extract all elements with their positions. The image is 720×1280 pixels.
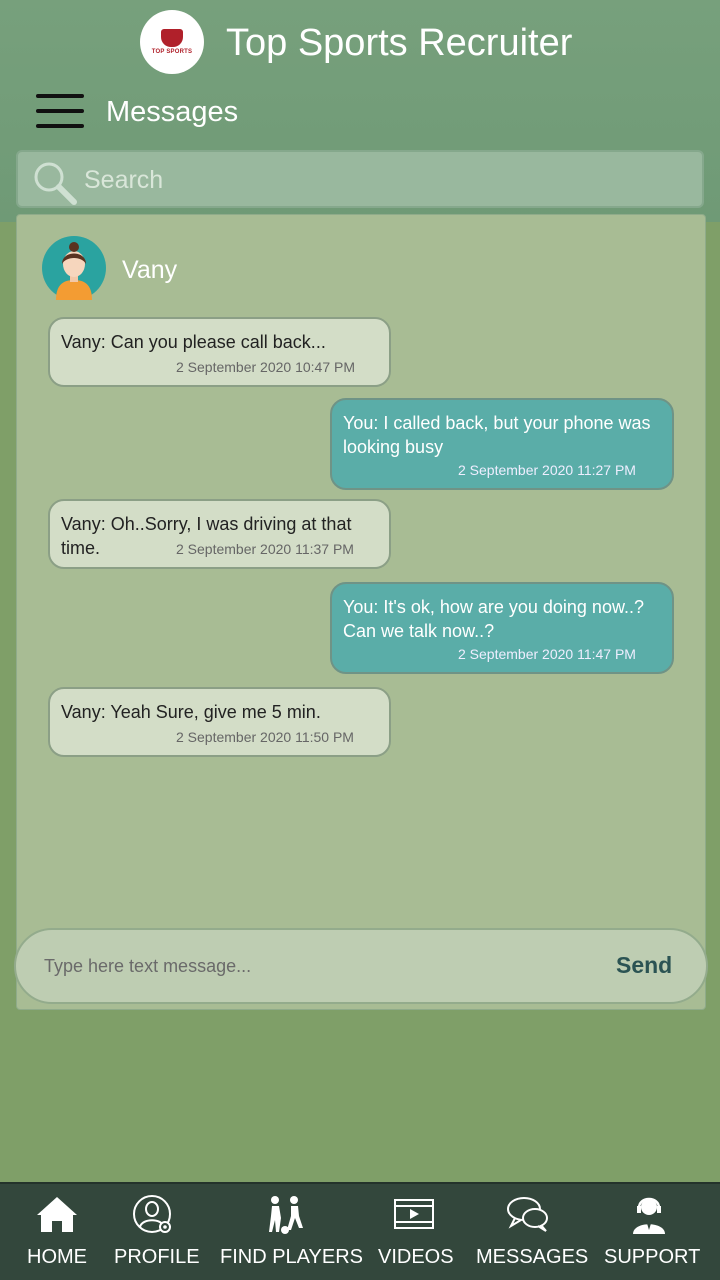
nav-home[interactable]: HOME xyxy=(24,1194,90,1278)
home-icon xyxy=(37,1197,77,1232)
search-icon xyxy=(34,162,77,205)
message-bubble-outgoing: You: I called back, but your phone was l… xyxy=(330,398,674,490)
message-time: 2 September 2020 11:47 PM xyxy=(458,646,636,662)
hamburger-menu-icon[interactable] xyxy=(36,94,84,128)
send-button[interactable]: Send xyxy=(616,952,672,979)
search-input[interactable] xyxy=(84,162,684,198)
message-time: 2 September 2020 11:27 PM xyxy=(458,462,636,478)
chat-icon xyxy=(507,1197,548,1232)
logo-text: TOP SPORTS xyxy=(151,49,193,55)
nav-label: PROFILE xyxy=(114,1246,200,1268)
support-agent-icon xyxy=(633,1197,665,1234)
nav-label: SUPPORT xyxy=(604,1246,701,1268)
message-time: 2 September 2020 11:37 PM xyxy=(176,541,354,557)
message-text: Vany: Can you please call back... xyxy=(61,332,326,352)
message-text: You: I called back, but your phone was l… xyxy=(343,413,651,457)
app-logo: TOP SPORTS xyxy=(140,10,204,74)
nav-messages[interactable]: MESSAGES xyxy=(476,1194,589,1278)
nav-find-players[interactable]: FIND PLAYERS xyxy=(220,1194,363,1278)
message-bubble-incoming: Vany: Oh..Sorry, I was driving at that t… xyxy=(48,499,391,569)
message-bubble-incoming: Vany: Can you please call back... 2 Sept… xyxy=(48,317,391,387)
message-text: You: It's ok, how are you doing now..? C… xyxy=(343,597,644,641)
profile-settings-icon xyxy=(133,1195,171,1233)
search-bar[interactable] xyxy=(16,150,704,208)
app-title: Top Sports Recruiter xyxy=(226,22,573,64)
message-bubble-outgoing: You: It's ok, how are you doing now..? C… xyxy=(330,582,674,674)
contact-name: Vany xyxy=(122,256,178,284)
message-text: Vany: Yeah Sure, give me 5 min. xyxy=(61,702,321,722)
bottom-nav: HOME PROFILE FIND PLAYERS VIDEOS MESSAGE… xyxy=(0,1182,720,1280)
video-icon xyxy=(394,1199,434,1229)
page-title: Messages xyxy=(106,96,239,128)
message-time: 2 September 2020 11:50 PM xyxy=(176,729,354,745)
nav-videos[interactable]: VIDEOS xyxy=(378,1194,454,1278)
nav-label: MESSAGES xyxy=(476,1246,589,1268)
nav-profile[interactable]: PROFILE xyxy=(114,1194,200,1278)
message-bubble-incoming: Vany: Yeah Sure, give me 5 min. 2 Septem… xyxy=(48,687,391,757)
nav-support[interactable]: SUPPORT xyxy=(604,1194,701,1278)
nav-label: HOME xyxy=(27,1246,87,1268)
logo-shield-icon xyxy=(161,29,183,47)
message-time: 2 September 2020 10:47 PM xyxy=(176,359,356,375)
compose-bar: Send xyxy=(14,928,708,1004)
message-input[interactable] xyxy=(44,950,564,982)
nav-label: VIDEOS xyxy=(378,1246,454,1268)
nav-label: FIND PLAYERS xyxy=(220,1246,363,1268)
contact-avatar-icon[interactable] xyxy=(42,236,106,300)
players-icon xyxy=(269,1196,303,1234)
